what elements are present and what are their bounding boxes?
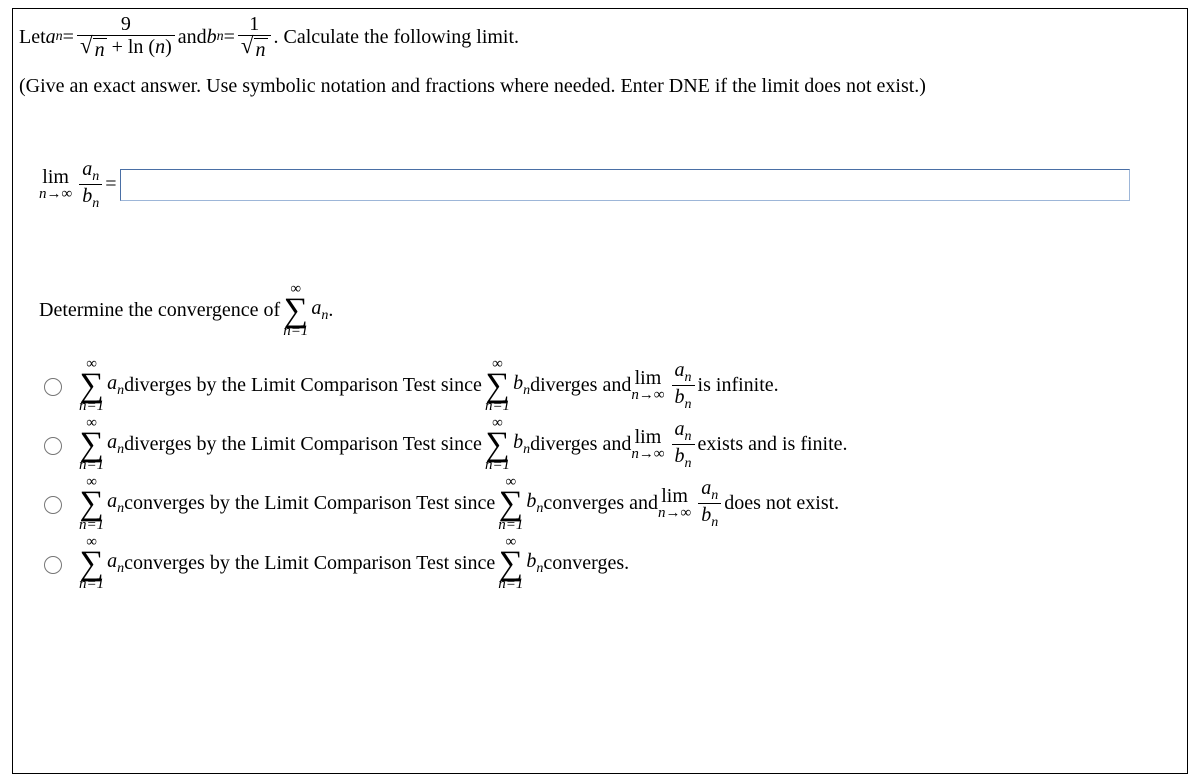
sigma-icon: ∑ xyxy=(79,490,103,517)
sigma-icon: ∑ xyxy=(79,431,103,458)
question-container: Let an = 9 √n + ln (n) and bn = 1 √n . C… xyxy=(12,8,1188,774)
option-2-radio[interactable] xyxy=(44,437,62,455)
o2-sum-a: ∞∑n=1 xyxy=(79,416,104,473)
o1-frac: anbn xyxy=(672,359,695,413)
b-symbol: b xyxy=(207,26,217,49)
option-1-radio[interactable] xyxy=(44,378,62,396)
a-subscript: n xyxy=(56,29,63,45)
option-2-content: ∞∑n=1 an diverges by the Limit Compariso… xyxy=(76,416,848,473)
limit-eq: = xyxy=(105,173,116,196)
o3-frac: anbn xyxy=(698,477,721,531)
options-group: ∞∑n=1 an diverges by the Limit Compariso… xyxy=(39,357,1181,592)
b-fraction: 1 √n xyxy=(238,13,271,61)
sigma-icon: ∑ xyxy=(79,550,103,577)
sigma-icon: ∑ xyxy=(284,297,308,324)
b-numerator: 1 xyxy=(246,13,262,35)
a-denominator: √n + ln (n) xyxy=(77,35,175,61)
and: and xyxy=(178,26,207,49)
st-n: n xyxy=(321,308,328,323)
sum-from: n=1 xyxy=(283,324,308,339)
sum-an: ∞ ∑ n=1 xyxy=(283,282,308,339)
o4-sum-b: ∞∑n=1 xyxy=(498,535,523,592)
ln-arg: n xyxy=(155,36,165,58)
lim-word: lim xyxy=(42,167,69,187)
sqrt-n-a: √n xyxy=(80,36,107,61)
limit-frac-bot: bn xyxy=(79,184,102,211)
plus-ln: + ln ( xyxy=(107,36,156,58)
limit-frac-top: an xyxy=(79,158,102,184)
limit-fraction: an bn xyxy=(79,158,102,212)
a-symbol: a xyxy=(46,26,56,49)
determine-text: Determine the convergence of xyxy=(39,299,280,322)
option-1-content: ∞∑n=1 an diverges by the Limit Compariso… xyxy=(76,357,779,414)
eq2: = xyxy=(224,26,235,49)
o1-lim: limn→∞ xyxy=(631,368,664,403)
sqrt-n-b: √n xyxy=(241,36,268,61)
limit-operator: lim n→∞ xyxy=(39,167,72,202)
st-a: a xyxy=(311,297,321,319)
limit-answer-row: lim n→∞ an bn = xyxy=(39,158,1181,212)
option-4-radio[interactable] xyxy=(44,556,62,574)
sigma-icon: ∑ xyxy=(79,372,103,399)
o2-lim: limn→∞ xyxy=(631,427,664,462)
sigma-icon: ∑ xyxy=(499,550,523,577)
sqrt-arg-a: n xyxy=(95,39,105,61)
option-4-content: ∞∑n=1 an converges by the Limit Comparis… xyxy=(76,535,629,592)
sqrt-arg-b: n xyxy=(256,39,266,61)
intro-line: Let an = 9 √n + ln (n) and bn = 1 √n . C… xyxy=(19,13,1181,61)
o1-sum-b: ∞∑n=1 xyxy=(485,357,510,414)
o1-sum-a: ∞∑n=1 xyxy=(79,357,104,414)
option-1: ∞∑n=1 an diverges by the Limit Compariso… xyxy=(39,357,1181,414)
o3-lim: limn→∞ xyxy=(658,486,691,521)
calc-text: . Calculate the following limit. xyxy=(274,26,520,49)
option-4: ∞∑n=1 an converges by the Limit Comparis… xyxy=(39,535,1181,592)
b-denominator: √n xyxy=(238,35,271,61)
o3-sum-b: ∞∑n=1 xyxy=(498,475,523,532)
determine-dot: . xyxy=(328,299,333,322)
a-numerator: 9 xyxy=(118,13,134,35)
option-3-content: ∞∑n=1 an converges by the Limit Comparis… xyxy=(76,475,839,532)
sigma-icon: ∑ xyxy=(485,431,509,458)
o2-frac: anbn xyxy=(672,418,695,472)
limit-input[interactable] xyxy=(120,169,1130,201)
ln-close: ) xyxy=(165,36,172,58)
sum-from-t: n=1 xyxy=(283,323,308,339)
text-let: Let xyxy=(19,26,46,49)
option-3-radio[interactable] xyxy=(44,496,62,514)
sigma-icon: ∑ xyxy=(485,372,509,399)
sum-term: an xyxy=(311,297,328,324)
option-2: ∞∑n=1 an diverges by the Limit Compariso… xyxy=(39,416,1181,473)
b-subscript: n xyxy=(217,29,224,45)
eq1: = xyxy=(63,26,74,49)
lf-bn: n xyxy=(92,196,99,211)
a-fraction: 9 √n + ln (n) xyxy=(77,13,175,61)
hint-text: (Give an exact answer. Use symbolic nota… xyxy=(19,75,1181,98)
lim-sub: n→∞ xyxy=(39,187,72,202)
lf-b: b xyxy=(82,185,92,207)
o4-sum-a: ∞∑n=1 xyxy=(79,535,104,592)
determine-prompt: Determine the convergence of ∞ ∑ n=1 an. xyxy=(39,282,1181,339)
o3-sum-a: ∞∑n=1 xyxy=(79,475,104,532)
sigma-icon: ∑ xyxy=(499,490,523,517)
lf-an: n xyxy=(92,169,99,184)
lim-sub-text: n→∞ xyxy=(39,186,72,202)
lf-a: a xyxy=(82,158,92,180)
o2-sum-b: ∞∑n=1 xyxy=(485,416,510,473)
option-3: ∞∑n=1 an converges by the Limit Comparis… xyxy=(39,475,1181,532)
